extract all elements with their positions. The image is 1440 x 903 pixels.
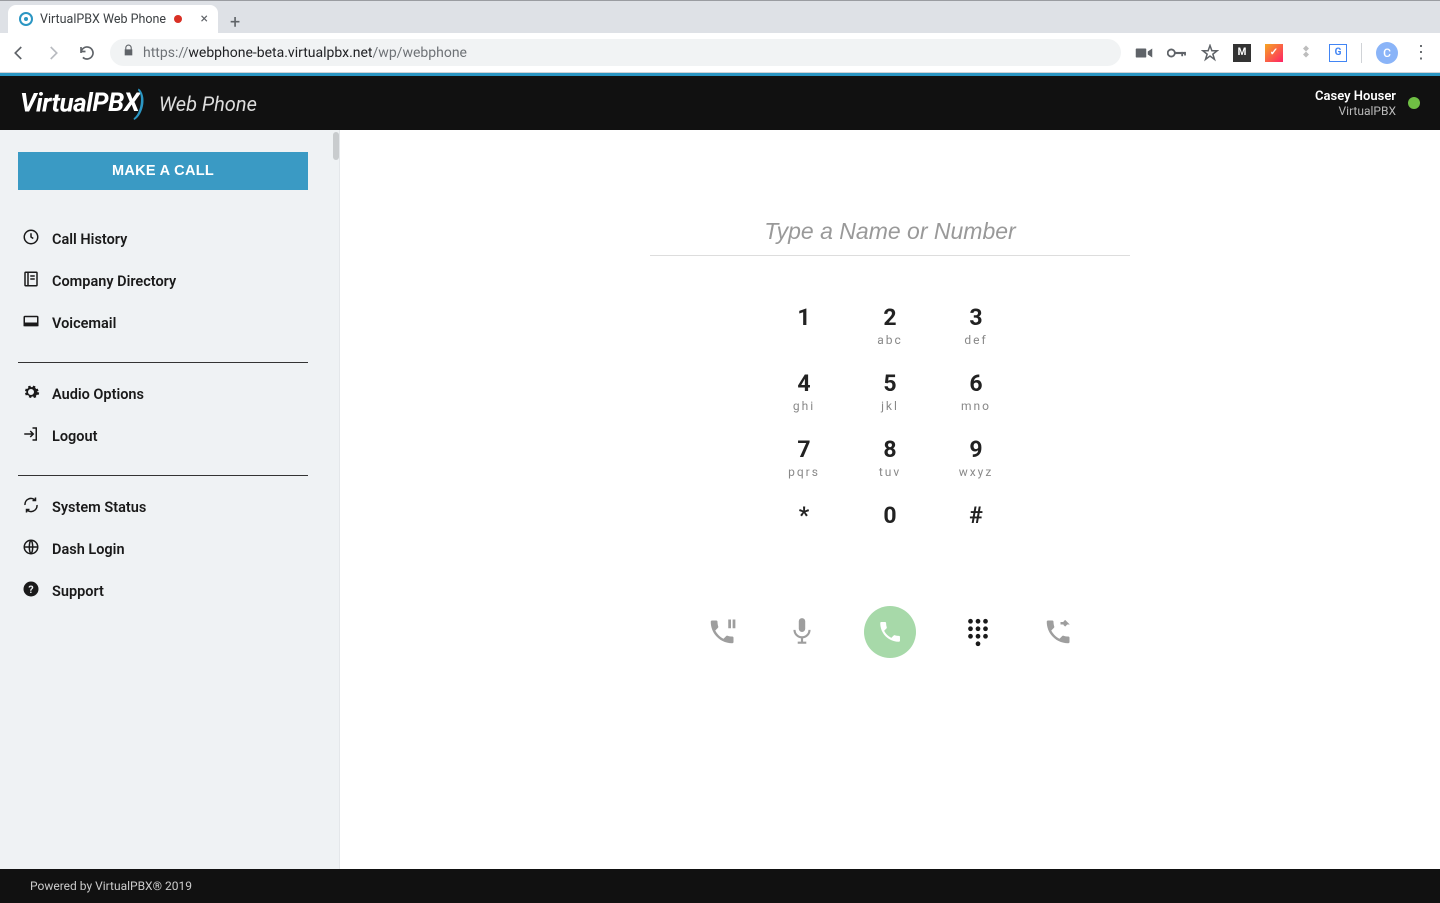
user-org: VirtualPBX	[1315, 104, 1396, 118]
nav-group-b: Audio Options Logout	[18, 373, 321, 457]
extension-icon-3[interactable]	[1297, 44, 1315, 62]
tab-title: VirtualPBX Web Phone	[40, 12, 166, 27]
svg-text:?: ?	[28, 583, 33, 596]
sidebar-item-label: System Status	[52, 499, 146, 516]
main-dialer: 1 2abc 3def 4ghi 5jkl 6mno 7pqrs 8tuv 9w…	[340, 130, 1440, 869]
key-8[interactable]: 8tuv	[847, 432, 933, 498]
keypad: 1 2abc 3def 4ghi 5jkl 6mno 7pqrs 8tuv 9w…	[761, 300, 1019, 564]
nav-group-a: Call History Company Directory Voicemail	[18, 218, 321, 344]
mute-button[interactable]	[784, 614, 820, 650]
sidebar-item-label: Dash Login	[52, 541, 125, 558]
back-button[interactable]	[10, 44, 28, 62]
profile-avatar[interactable]: C	[1376, 42, 1398, 64]
sidebar-item-company-directory[interactable]: Company Directory	[18, 260, 321, 302]
divider	[18, 362, 308, 363]
key-0[interactable]: 0	[847, 498, 933, 564]
browser-chrome: VirtualPBX Web Phone × + https://webphon…	[0, 0, 1440, 73]
sidebar-item-call-history[interactable]: Call History	[18, 218, 321, 260]
sidebar-item-label: Support	[52, 583, 104, 600]
app-header: VirtualPBX) Web Phone Casey Houser Virtu…	[0, 76, 1440, 130]
sidebar-item-system-status[interactable]: System Status	[18, 486, 321, 528]
make-call-button[interactable]: MAKE A CALL	[18, 152, 308, 190]
sidebar-item-voicemail[interactable]: Voicemail	[18, 302, 321, 344]
help-icon: ?	[22, 580, 40, 602]
key-2[interactable]: 2abc	[847, 300, 933, 366]
user-name: Casey Houser	[1315, 89, 1396, 104]
key-1[interactable]: 1	[761, 300, 847, 366]
sidebar-item-support[interactable]: ? Support	[18, 570, 321, 612]
key-4[interactable]: 4ghi	[761, 366, 847, 432]
browser-right-icons: M ✓ G C ⋮	[1135, 42, 1430, 64]
key-3[interactable]: 3def	[933, 300, 1019, 366]
call-button[interactable]	[864, 606, 916, 658]
extension-icon-1[interactable]: M	[1233, 44, 1251, 62]
brand-logo: VirtualPBX)	[20, 86, 145, 121]
tab-close-icon[interactable]: ×	[201, 11, 208, 27]
brand: VirtualPBX) Web Phone	[20, 86, 257, 121]
voicemail-icon	[22, 312, 40, 334]
tab-favicon-icon	[18, 11, 34, 27]
new-tab-button[interactable]: +	[218, 12, 252, 33]
key-hash[interactable]: #	[933, 498, 1019, 564]
nav-group-c: System Status Dash Login ? Support	[18, 486, 321, 612]
url-text: https://webphone-beta.virtualpbx.net/wp/…	[143, 45, 467, 61]
presence-indicator-icon	[1408, 97, 1420, 109]
reload-button[interactable]	[78, 44, 96, 62]
sync-icon	[22, 496, 40, 518]
globe-icon	[22, 538, 40, 560]
sidebar-item-label: Company Directory	[52, 273, 176, 290]
sidebar-item-audio-options[interactable]: Audio Options	[18, 373, 321, 415]
key-5[interactable]: 5jkl	[847, 366, 933, 432]
key-6[interactable]: 6mno	[933, 366, 1019, 432]
book-icon	[22, 270, 40, 292]
browser-menu-icon[interactable]: ⋮	[1412, 42, 1430, 63]
logout-icon	[22, 425, 40, 447]
scrollbar-thumb[interactable]	[333, 132, 339, 160]
user-block[interactable]: Casey Houser VirtualPBX	[1315, 89, 1420, 118]
app-root: VirtualPBX) Web Phone Casey Houser Virtu…	[0, 73, 1440, 903]
key-9[interactable]: 9wxyz	[933, 432, 1019, 498]
gear-icon	[22, 383, 40, 405]
footer: Powered by VirtualPBX® 2019	[0, 869, 1440, 903]
sidebar-item-label: Logout	[52, 428, 97, 445]
key-7[interactable]: 7pqrs	[761, 432, 847, 498]
lock-icon	[122, 44, 135, 61]
sidebar-item-logout[interactable]: Logout	[18, 415, 321, 457]
extension-icon-4[interactable]: G	[1329, 44, 1347, 62]
url-box[interactable]: https://webphone-beta.virtualpbx.net/wp/…	[110, 39, 1121, 66]
dialpad-toggle-button[interactable]	[960, 614, 996, 650]
call-actions	[704, 606, 1076, 658]
browser-tab[interactable]: VirtualPBX Web Phone ×	[8, 5, 218, 33]
key-star[interactable]: *	[761, 498, 847, 564]
sidebar-item-dash-login[interactable]: Dash Login	[18, 528, 321, 570]
tab-bar: VirtualPBX Web Phone × +	[0, 1, 1440, 33]
clock-icon	[22, 228, 40, 250]
recording-indicator-icon	[174, 15, 182, 23]
brand-swoosh-icon: )	[135, 86, 145, 121]
sidebar-item-label: Audio Options	[52, 386, 144, 403]
key-icon[interactable]	[1167, 47, 1187, 59]
dial-input[interactable]	[650, 210, 1130, 256]
brand-subtitle: Web Phone	[159, 92, 257, 116]
forward-button[interactable]	[44, 44, 62, 62]
app-body: MAKE A CALL Call History Company Directo…	[0, 130, 1440, 869]
sidebar-item-label: Voicemail	[52, 315, 116, 332]
camera-icon[interactable]	[1135, 46, 1153, 60]
separator	[1361, 43, 1362, 63]
nav-buttons	[10, 44, 96, 62]
sidebar-item-label: Call History	[52, 231, 127, 248]
sidebar: MAKE A CALL Call History Company Directo…	[0, 130, 340, 869]
star-icon[interactable]	[1201, 44, 1219, 62]
hold-button[interactable]	[704, 614, 740, 650]
extension-icon-2[interactable]: ✓	[1265, 44, 1283, 62]
footer-text: Powered by VirtualPBX® 2019	[30, 879, 192, 893]
address-bar: https://webphone-beta.virtualpbx.net/wp/…	[0, 33, 1440, 73]
divider	[18, 475, 308, 476]
transfer-button[interactable]	[1040, 614, 1076, 650]
